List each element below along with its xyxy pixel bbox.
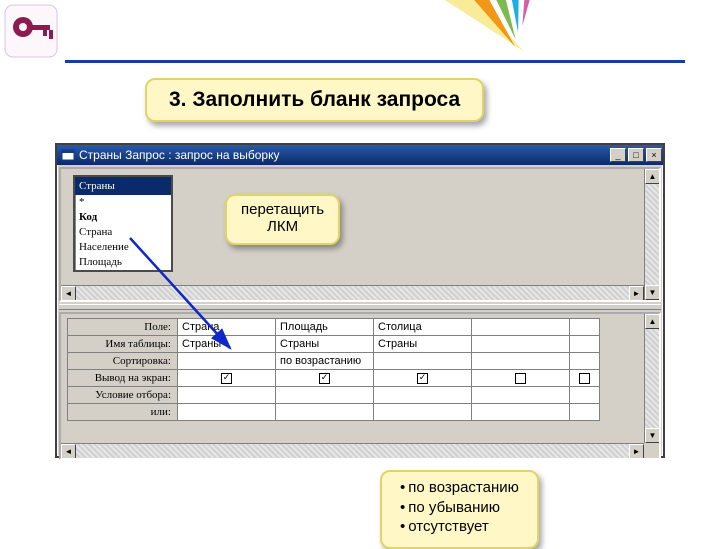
sort-option-none: отсутствует <box>400 517 519 537</box>
scroll-down-icon[interactable]: ▼ <box>645 428 660 443</box>
row-label-field: Поле: <box>68 319 178 336</box>
grid-cell[interactable] <box>472 319 570 336</box>
row-label-criteria: Условие отбора: <box>68 387 178 404</box>
show-checkbox[interactable] <box>417 373 428 384</box>
window-close-button[interactable]: × <box>646 148 662 162</box>
grid-cell[interactable]: Страны <box>374 336 472 353</box>
grid-hscroll[interactable]: ◄ ► <box>61 443 644 458</box>
callout-drag-hint: перетащить ЛКМ <box>225 194 340 245</box>
tables-pane-vscroll[interactable]: ▲ ▼ <box>644 169 659 300</box>
window-minimize-button[interactable]: _ <box>610 148 626 162</box>
grid-cell[interactable] <box>472 336 570 353</box>
show-checkbox[interactable] <box>579 373 590 384</box>
grid-cell[interactable] <box>374 353 472 370</box>
field-list[interactable]: Страны * Код Страна Население Площадь <box>73 175 173 272</box>
query-designer-window: Страны Запрос : запрос на выборку _ □ × … <box>55 143 665 458</box>
callout-title: 3. Заполнить бланк запроса <box>145 78 484 122</box>
grid-cell[interactable] <box>570 370 600 387</box>
scroll-track[interactable] <box>76 286 629 300</box>
grid-row-field: Поле: Страна Площадь Столица <box>68 319 600 336</box>
field-item-strana[interactable]: Страна <box>75 225 171 240</box>
sort-option-desc: по убыванию <box>400 498 519 518</box>
grid-cell[interactable] <box>570 336 600 353</box>
grid-cell[interactable] <box>178 353 276 370</box>
grid-cell[interactable] <box>178 370 276 387</box>
grid-cell[interactable]: Столица <box>374 319 472 336</box>
window-app-icon <box>61 148 75 162</box>
grid-cell[interactable] <box>570 404 600 421</box>
show-checkbox[interactable] <box>515 373 526 384</box>
scroll-right-icon[interactable]: ► <box>629 286 644 301</box>
tables-pane[interactable]: Страны * Код Страна Население Площадь ▲ … <box>59 167 661 302</box>
grid-cell[interactable] <box>374 387 472 404</box>
grid-cell[interactable]: по возрастанию <box>276 353 374 370</box>
row-label-show: Вывод на экран: <box>68 370 178 387</box>
scroll-right-icon[interactable]: ► <box>629 444 644 459</box>
scroll-left-icon[interactable]: ◄ <box>61 286 76 301</box>
grid-cell[interactable]: Страны <box>178 336 276 353</box>
grid-row-criteria: Условие отбора: <box>68 387 600 404</box>
grid-cell[interactable] <box>472 353 570 370</box>
pane-splitter[interactable] <box>59 304 661 310</box>
scroll-up-icon[interactable]: ▲ <box>645 314 660 329</box>
scroll-track[interactable] <box>76 444 629 458</box>
row-label-table: Имя таблицы: <box>68 336 178 353</box>
grid-cell[interactable] <box>472 404 570 421</box>
field-item-kod[interactable]: Код <box>75 210 171 225</box>
grid-cell[interactable] <box>374 404 472 421</box>
window-titlebar[interactable]: Страны Запрос : запрос на выборку _ □ × <box>57 145 663 165</box>
window-title: Страны Запрос : запрос на выборку <box>79 145 279 165</box>
field-item-naselenie[interactable]: Население <box>75 240 171 255</box>
callout-drag-line1: перетащить <box>241 202 324 219</box>
grid-cell[interactable] <box>374 370 472 387</box>
callout-sort-options: по возрастанию по убыванию отсутствует <box>380 470 539 549</box>
scroll-track[interactable] <box>645 184 659 285</box>
row-label-or: или: <box>68 404 178 421</box>
scroll-down-icon[interactable]: ▼ <box>645 285 660 300</box>
design-grid-pane: Поле: Страна Площадь Столица Имя таблицы… <box>59 312 661 460</box>
scroll-left-icon[interactable]: ◄ <box>61 444 76 459</box>
grid-cell[interactable] <box>570 319 600 336</box>
field-item-ploshchad[interactable]: Площадь <box>75 255 171 270</box>
row-label-sort: Сортировка: <box>68 353 178 370</box>
window-maximize-button[interactable]: □ <box>628 148 644 162</box>
tables-pane-hscroll[interactable]: ◄ ► <box>61 285 644 300</box>
grid-row-sort: Сортировка: по возрастанию <box>68 353 600 370</box>
access-key-logo <box>0 0 62 62</box>
grid-cell[interactable] <box>276 387 374 404</box>
show-checkbox[interactable] <box>221 373 232 384</box>
grid-vscroll[interactable]: ▲ ▼ <box>644 314 659 443</box>
grid-cell[interactable] <box>276 404 374 421</box>
scroll-track[interactable] <box>645 329 659 428</box>
grid-row-show: Вывод на экран: <box>68 370 600 387</box>
grid-row-or: или: <box>68 404 600 421</box>
header-rule <box>65 60 685 63</box>
grid-cell[interactable] <box>472 387 570 404</box>
scroll-up-icon[interactable]: ▲ <box>645 169 660 184</box>
grid-cell[interactable] <box>276 370 374 387</box>
query-design-grid[interactable]: Поле: Страна Площадь Столица Имя таблицы… <box>67 318 600 421</box>
grid-cell[interactable] <box>178 387 276 404</box>
grid-row-table: Имя таблицы: Страны Страны Страны <box>68 336 600 353</box>
grid-cell[interactable] <box>472 370 570 387</box>
field-list-title[interactable]: Страны <box>75 177 171 195</box>
grid-cell[interactable] <box>178 404 276 421</box>
grid-cell[interactable]: Страны <box>276 336 374 353</box>
grid-cell[interactable] <box>570 387 600 404</box>
grid-cell[interactable]: Площадь <box>276 319 374 336</box>
callout-drag-line2: ЛКМ <box>241 219 324 236</box>
show-checkbox[interactable] <box>319 373 330 384</box>
grid-cell[interactable]: Страна <box>178 319 276 336</box>
grid-cell[interactable] <box>570 353 600 370</box>
sort-option-asc: по возрастанию <box>400 478 519 498</box>
field-item-star[interactable]: * <box>75 195 171 210</box>
